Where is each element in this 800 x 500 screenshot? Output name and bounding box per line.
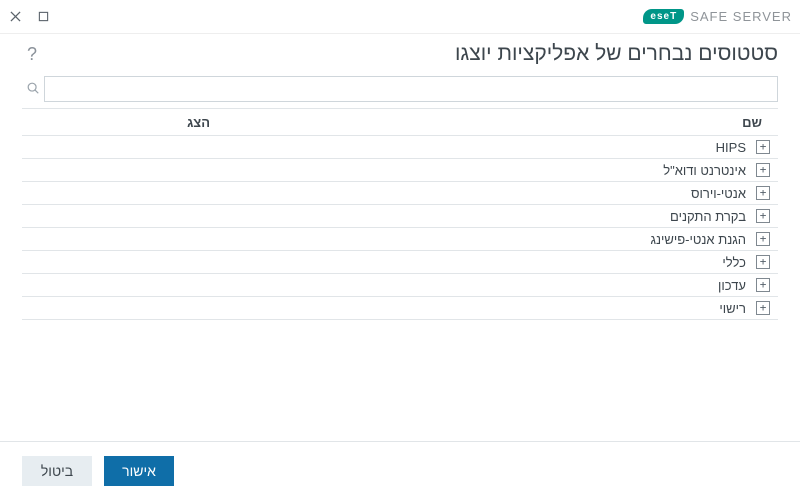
cancel-button[interactable]: ביטול (22, 456, 92, 486)
search-icon[interactable] (22, 81, 44, 98)
brand-badge: eseT (643, 9, 684, 24)
expand-icon[interactable]: + (756, 140, 770, 154)
expand-icon[interactable]: + (756, 209, 770, 223)
table-row[interactable]: + הגנת אנטי-פישינג (22, 228, 778, 251)
table-row[interactable]: + רישוי (22, 297, 778, 320)
expand-icon[interactable]: + (756, 232, 770, 246)
table-row[interactable]: + אינטרנט ודוא"ל (22, 159, 778, 182)
dialog-footer: ביטול אישור (0, 441, 800, 500)
expand-icon[interactable]: + (756, 163, 770, 177)
row-label: הגנת אנטי-פישינג (650, 232, 752, 247)
row-label: HIPS (716, 140, 752, 155)
table-row[interactable]: + HIPS (22, 136, 778, 159)
row-label: בקרת התקנים (670, 209, 752, 224)
row-label: אנטי-וירוס (691, 186, 752, 201)
table-header: הצג שם (22, 108, 778, 136)
table-row[interactable]: + אנטי-וירוס (22, 182, 778, 205)
table-row[interactable]: + כללי (22, 251, 778, 274)
close-icon[interactable] (8, 10, 22, 24)
status-table: הצג שם + HIPS + אינטרנט ודוא"ל + אנטי-וירוס + ב… (0, 108, 800, 441)
search-row (0, 76, 800, 108)
dialog-header: ? סטטוסים נבחרים של אפליקציות יוצגו (0, 34, 800, 76)
expand-icon[interactable]: + (756, 186, 770, 200)
dialog-title: סטטוסים נבחרים של אפליקציות יוצגו (42, 42, 778, 66)
table-row[interactable]: + עדכון (22, 274, 778, 297)
column-name: שם (658, 115, 778, 130)
row-label: עדכון (718, 278, 752, 293)
brand-product: SAFE SERVER (690, 9, 792, 24)
table-row[interactable]: + בקרת התקנים (22, 205, 778, 228)
expand-icon[interactable]: + (756, 255, 770, 269)
search-input[interactable] (44, 76, 778, 102)
window-titlebar: eseT SAFE SERVER (0, 0, 800, 34)
expand-icon[interactable]: + (756, 301, 770, 315)
row-label: כללי (722, 255, 752, 270)
row-label: רישוי (719, 301, 752, 316)
brand: eseT SAFE SERVER (643, 9, 792, 24)
column-show: הצג (22, 115, 222, 130)
help-icon[interactable]: ? (22, 44, 42, 65)
ok-button[interactable]: אישור (104, 456, 174, 486)
row-label: אינטרנט ודוא"ל (663, 163, 752, 178)
maximize-icon[interactable] (36, 10, 50, 24)
expand-icon[interactable]: + (756, 278, 770, 292)
